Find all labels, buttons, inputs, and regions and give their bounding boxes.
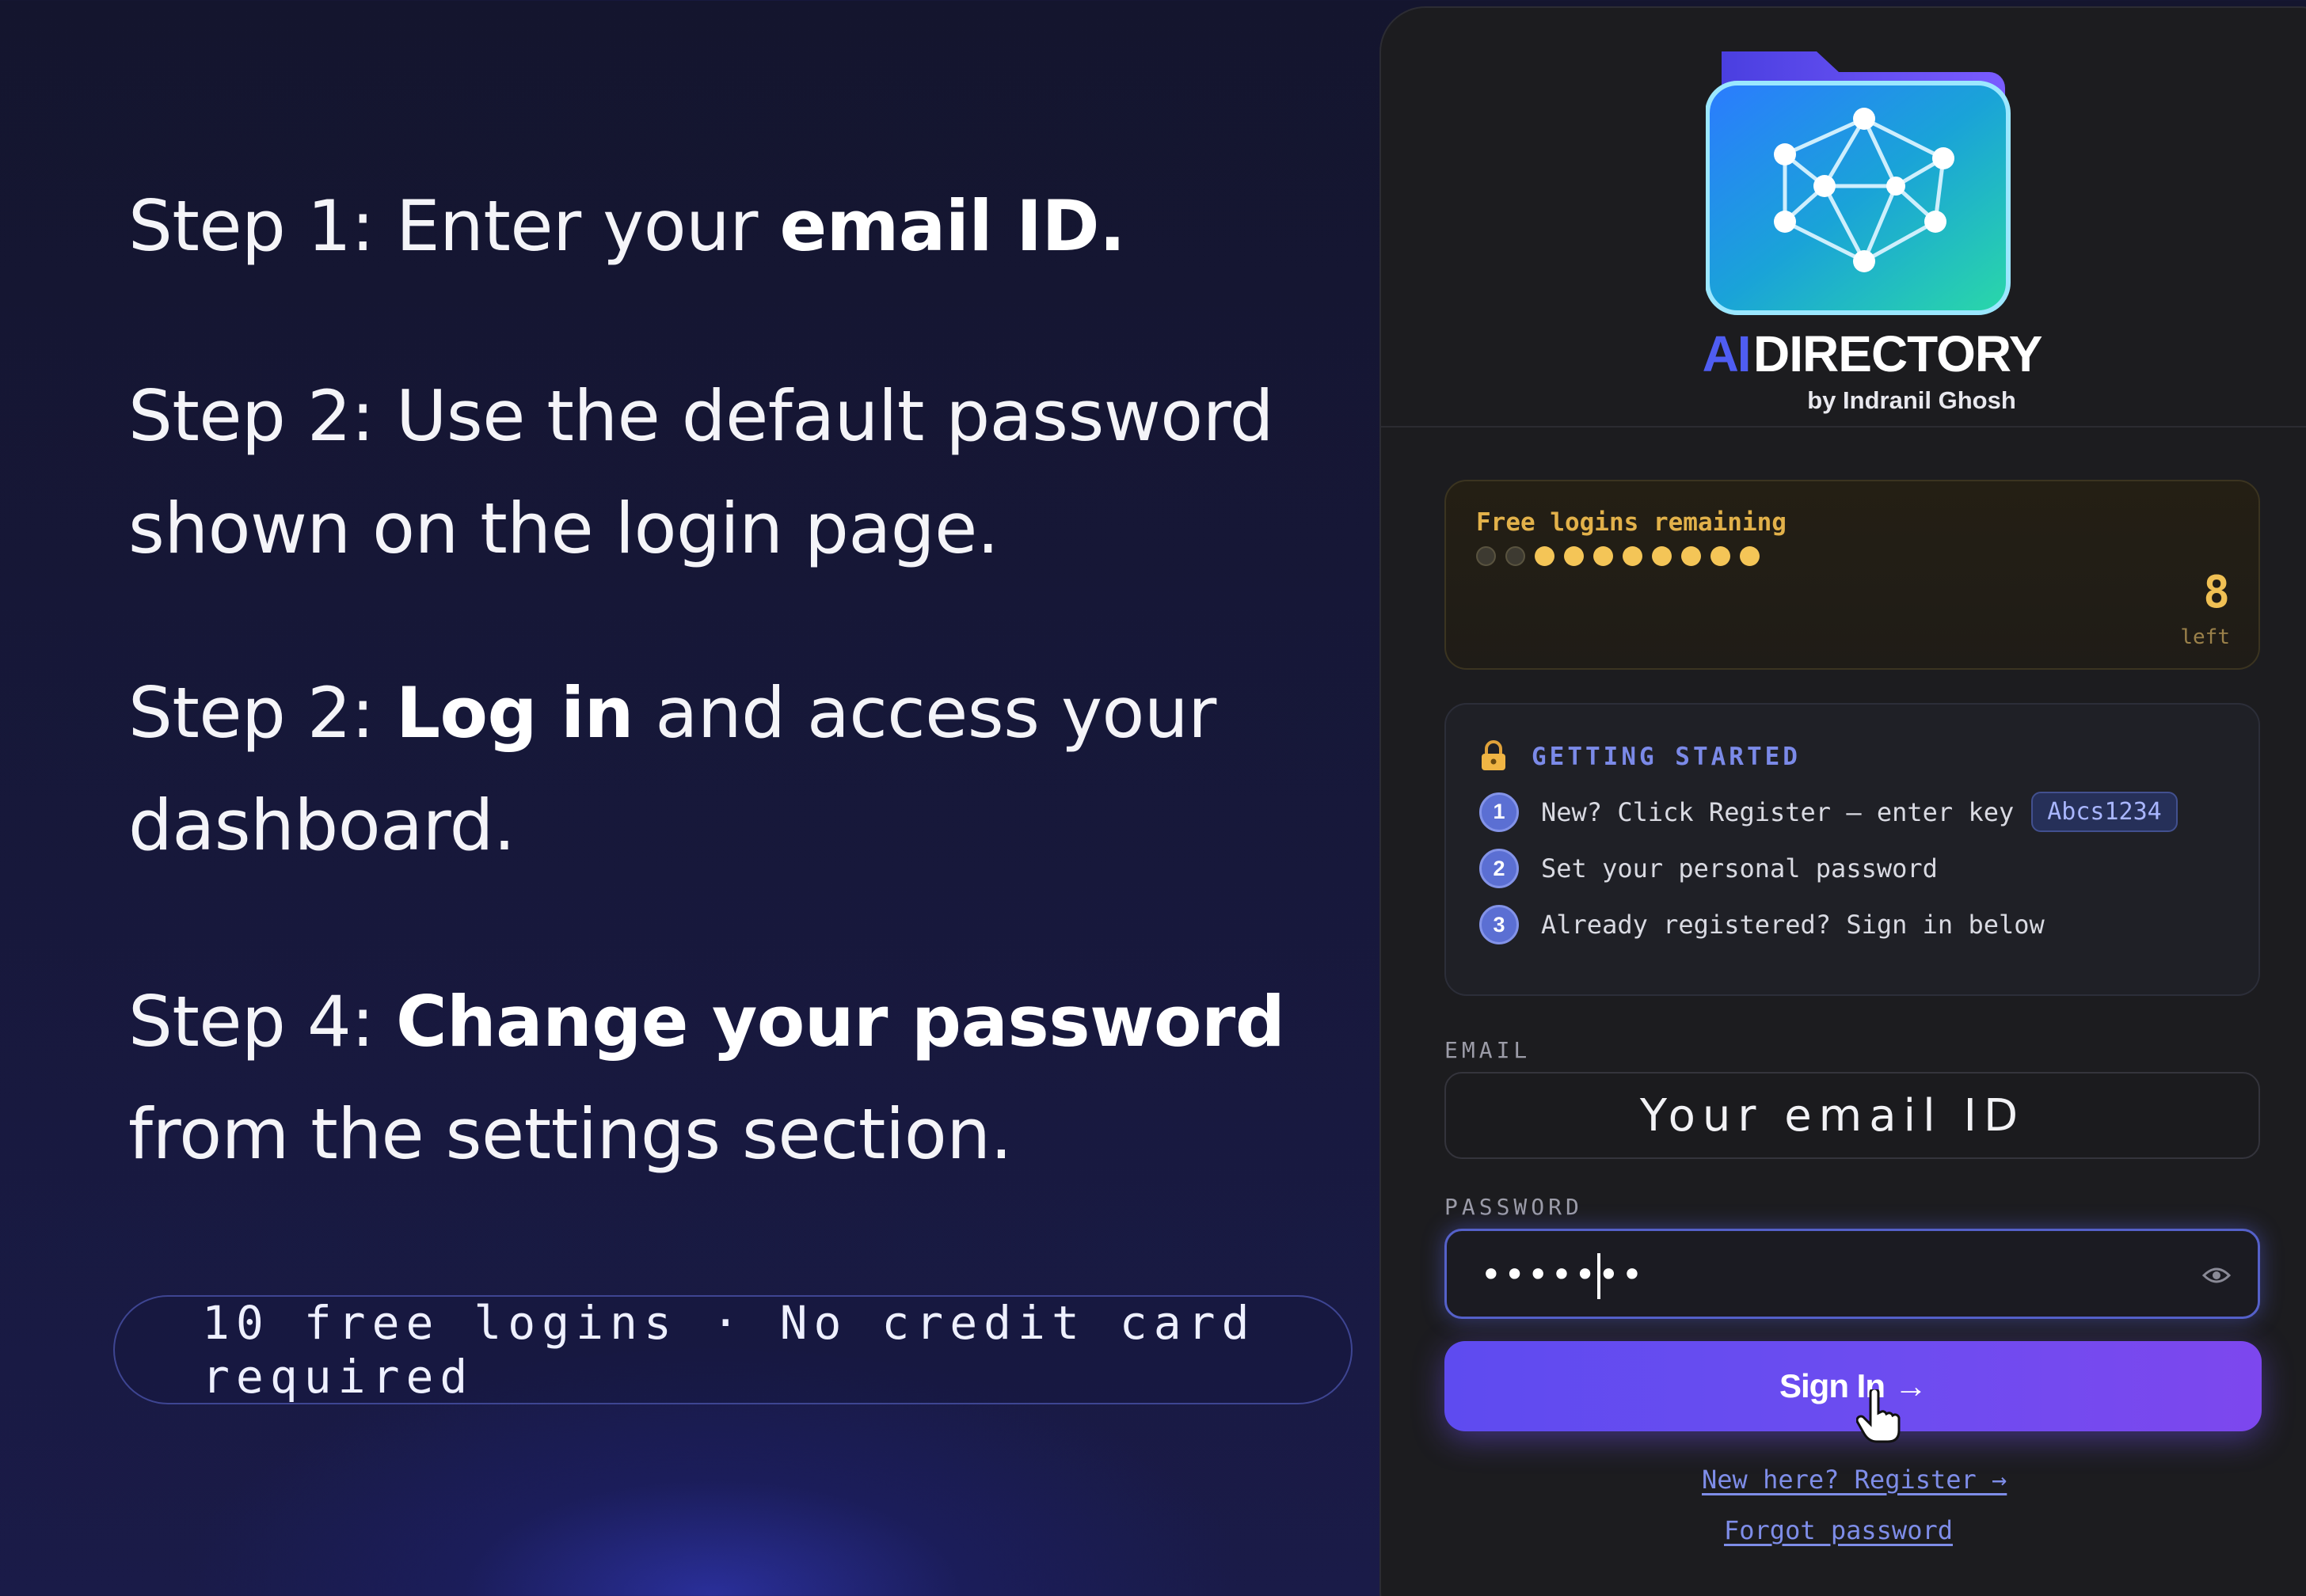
quota-dot-remaining [1740,546,1760,566]
step-number-badge: 3 [1479,905,1519,944]
step-number-badge: 2 [1479,849,1519,888]
quota-dot-used [1505,546,1525,566]
free-logins-counter: Free logins remaining 8 left [1444,480,2260,670]
guide-step-text: Set your personal password [1541,853,1938,884]
quota-dot-remaining [1593,546,1613,566]
guide-step-1: 1 New? Click Register — enter key Abcs12… [1479,792,2178,832]
quota-count: 8 [2203,567,2230,618]
brand-header: AI DIRECTORY by Indranil Ghosh [1381,8,2306,428]
email-field[interactable]: Your email ID [1444,1072,2260,1159]
password-label: PASSWORD [1444,1194,1583,1220]
quota-dot-remaining [1652,546,1672,566]
quota-unit: left [2180,625,2230,649]
sign-in-button[interactable]: Sign In → [1444,1341,2262,1431]
getting-started-panel: GETTING STARTED 1 New? Click Register — … [1444,703,2260,996]
quota-dot-remaining [1710,546,1730,566]
free-logins-pill: 10 free logins · No credit card required [113,1295,1353,1404]
eye-icon[interactable] [2202,1264,2231,1286]
folder-network-icon [1706,51,2011,315]
brand-byline: by Indranil Ghosh [1807,386,2016,414]
text-caret [1597,1253,1600,1299]
guide-step-2: 2 Set your personal password [1479,849,1938,888]
quota-dot-used [1476,546,1496,566]
register-link[interactable]: New here? Register → [1702,1465,2007,1495]
registration-key-chip: Abcs1234 [2031,792,2178,832]
email-label: EMAIL [1444,1037,1532,1063]
step-number-badge: 1 [1479,792,1519,832]
step-1: Step 1: Enter your email ID. [128,185,1125,267]
guide-step-text: New? Click Register — enter key [1541,796,2015,827]
guide-title: GETTING STARTED [1532,743,1801,771]
brand-wordmark: AI DIRECTORY [1702,325,2043,382]
quota-dots [1476,546,1760,566]
hand-cursor-icon [1856,1389,1901,1443]
lock-icon [1482,740,1505,770]
quota-dot-remaining [1535,546,1554,566]
forgot-password-link[interactable]: Forgot password [1724,1515,1953,1545]
password-field-value: ••••••• [1480,1253,1645,1296]
password-field[interactable]: ••••••• [1444,1229,2260,1319]
step-4: Step 4: Change your password from the se… [128,981,1285,1175]
login-card: AI DIRECTORY by Indranil Ghosh Free logi… [1379,6,2306,1596]
step-2-login: Step 2: Log in and access your dashboard… [128,672,1216,866]
guide-step-3: 3 Already registered? Sign in below [1479,905,2045,944]
quota-dot-remaining [1681,546,1701,566]
quota-dot-remaining [1623,546,1642,566]
guide-step-text: Already registered? Sign in below [1541,910,2045,940]
quota-title: Free logins remaining [1476,508,1787,537]
email-field-value: Your email ID [1639,1089,2026,1142]
step-2-password: Step 2: Use the default password shown o… [128,375,1274,569]
quota-dot-remaining [1564,546,1584,566]
